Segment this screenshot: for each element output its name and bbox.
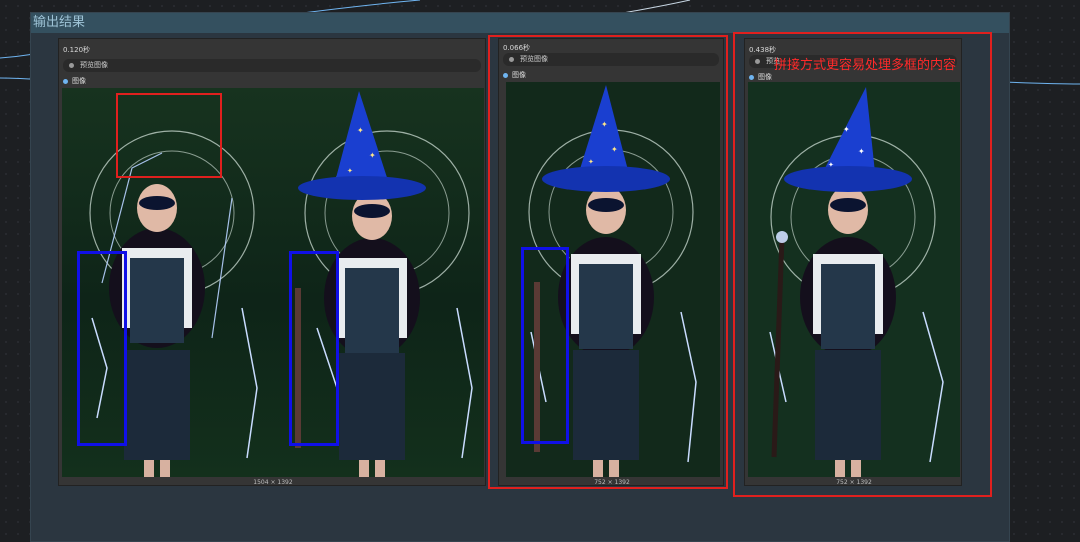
group-title[interactable]: 输出结果 (31, 13, 1009, 33)
preview-node-1[interactable]: 0.120秒 预览图像 图像 ✦ ✦ ✦ 1504 × 1392 (58, 38, 486, 486)
widget-dot-icon (69, 62, 74, 68)
annotation-red-frame-middle (488, 35, 728, 489)
svg-text:✦: ✦ (357, 126, 364, 135)
exec-time: 0.120秒 (63, 46, 91, 54)
output-label: 图像 (72, 77, 86, 85)
image-output[interactable]: 图像 (63, 76, 86, 86)
preview-widget[interactable]: 预览图像 (63, 59, 481, 72)
output-port-icon[interactable] (63, 78, 68, 84)
svg-text:✦: ✦ (347, 167, 353, 175)
image-dims: 1504 × 1392 (253, 479, 293, 486)
annotation-red-box-small (116, 93, 222, 178)
annotation-blue-box-left (77, 251, 127, 446)
annotation-text: 拼接方式更容易处理多框的内容 (774, 58, 957, 73)
svg-text:✦: ✦ (369, 151, 376, 160)
preview-image: ✦ ✦ ✦ (62, 88, 484, 477)
annotation-blue-box-staff (289, 251, 339, 446)
annotation-red-frame-right (733, 32, 992, 497)
preview-label: 预览图像 (80, 61, 108, 69)
